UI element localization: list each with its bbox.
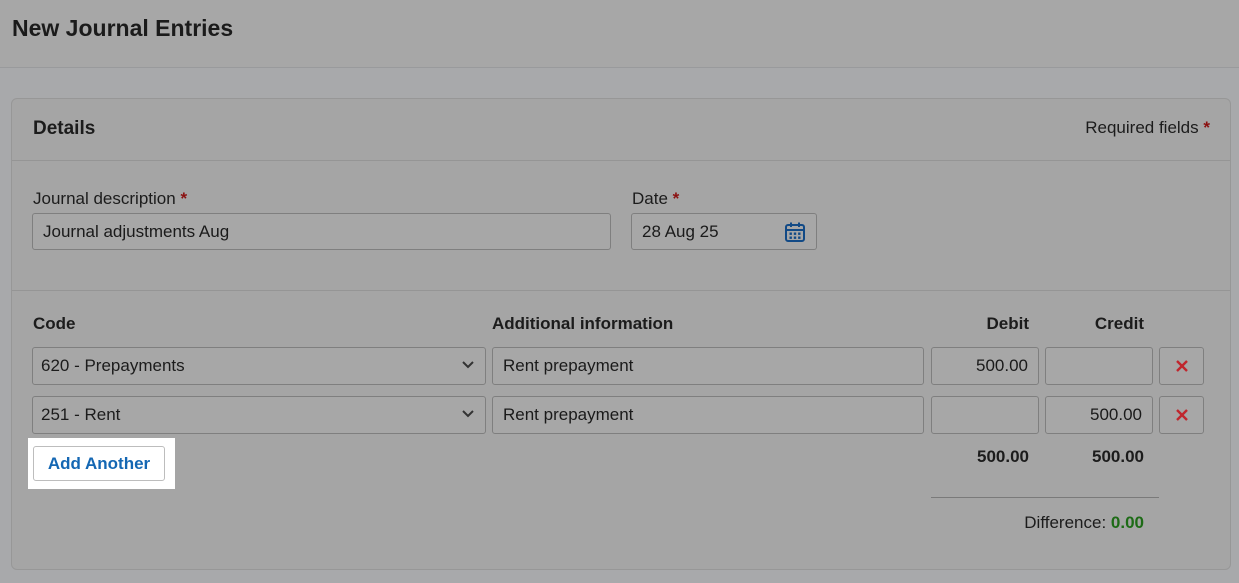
required-marker: * [1203,118,1210,137]
delete-line-button[interactable] [1159,396,1204,434]
section-divider [12,290,1230,291]
additional-info-input[interactable]: Rent prepayment [492,396,924,434]
credit-input[interactable] [1045,347,1153,385]
account-code-value: 251 - Rent [41,405,121,424]
account-code-select[interactable]: 620 - Prepayments [32,347,486,385]
difference-value: 0.00 [1110,513,1144,532]
total-credit: 500.00 [1092,447,1144,466]
delete-line-button[interactable] [1159,347,1204,385]
debit-input[interactable]: 500.00 [931,347,1039,385]
required-fields-note: Required fields * [1085,118,1210,138]
journal-description-input[interactable]: Journal adjustments Aug [32,213,611,250]
debit-input[interactable] [931,396,1039,434]
required-marker: * [672,189,680,208]
chevron-down-icon [462,410,474,418]
details-header: Details Required fields * [12,99,1230,161]
column-header-debit: Debit [986,314,1030,333]
column-header-code: Code [33,314,76,333]
required-marker: * [180,189,188,208]
add-another-button[interactable]: Add Another [33,446,165,481]
credit-input[interactable]: 500.00 [1045,396,1153,434]
difference-row: Difference: 0.00 [1024,513,1144,533]
details-title: Details [33,118,96,139]
column-header-additional-info: Additional information [492,314,674,333]
date-input[interactable]: 28 Aug 25 [631,213,774,250]
close-icon [1175,360,1188,372]
journal-description-label-text: Journal description [33,189,176,208]
date-label: Date * [632,189,679,209]
page-header: New Journal Entries [0,0,1239,68]
close-icon [1175,409,1188,421]
account-code-select[interactable]: 251 - Rent [32,396,486,434]
date-picker-button[interactable] [773,213,817,250]
page-title: New Journal Entries [12,15,234,41]
required-fields-label: Required fields [1085,118,1199,137]
chevron-down-icon [462,361,474,369]
add-another-highlight: Add Another [28,438,175,489]
additional-info-input[interactable]: Rent prepayment [492,347,924,385]
date-label-text: Date [632,189,668,208]
journal-description-label: Journal description * [33,189,187,209]
journal-details-card: Details Required fields * Journal descri… [11,98,1231,570]
totals-rule [931,497,1159,498]
total-debit: 500.00 [977,447,1029,466]
calendar-icon [784,222,805,242]
difference-label: Difference: [1024,513,1107,532]
column-header-credit: Credit [1094,314,1144,333]
account-code-value: 620 - Prepayments [41,356,185,375]
